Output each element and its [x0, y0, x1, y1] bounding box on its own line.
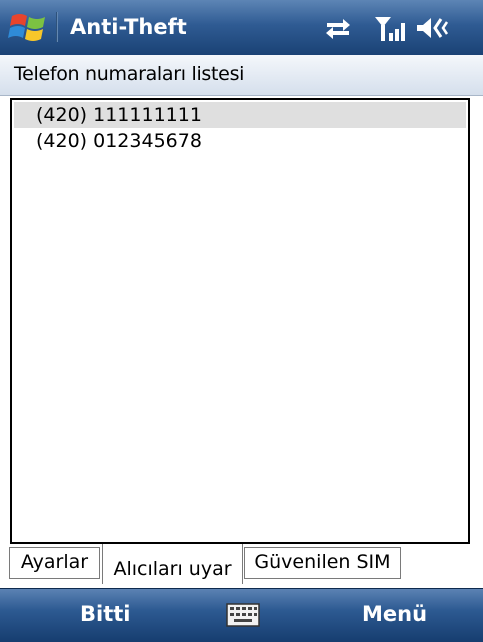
title-bar: Anti-Theft: [0, 0, 483, 55]
signal-strength-icon[interactable]: [375, 17, 405, 41]
list-header-title: Telefon numaraları listesi: [14, 63, 245, 85]
list-item[interactable]: (420) 012345678: [14, 128, 466, 154]
volume-icon[interactable]: [417, 18, 449, 38]
list-item[interactable]: (420) 111111111: [14, 102, 466, 128]
phone-number-list[interactable]: (420) 111111111 (420) 012345678: [10, 98, 470, 544]
connectivity-icon[interactable]: [326, 19, 350, 39]
softkey-bar: Bitti Menü: [0, 588, 483, 642]
tab-active-right-border: [242, 544, 243, 584]
title-separator: [56, 12, 58, 42]
tab-alicilari-uyar[interactable]: Alıcıları uyar: [103, 544, 242, 584]
app-title: Anti-Theft: [70, 15, 187, 39]
tab-guvenilen-sim[interactable]: Güvenilen SIM: [244, 547, 401, 579]
status-icons[interactable]: [319, 13, 459, 43]
tab-bar: Ayarlar Alıcıları uyar Güvenilen SIM: [0, 544, 483, 584]
list-header: Telefon numaraları listesi: [0, 55, 483, 96]
softkey-menu-button[interactable]: Menü: [362, 602, 427, 626]
tab-active-left-border: [102, 544, 103, 584]
keyboard-icon[interactable]: [226, 603, 260, 631]
tab-ayarlar[interactable]: Ayarlar: [9, 547, 100, 579]
softkey-left-button[interactable]: Bitti: [80, 602, 130, 626]
windows-start-icon[interactable]: [8, 10, 50, 44]
